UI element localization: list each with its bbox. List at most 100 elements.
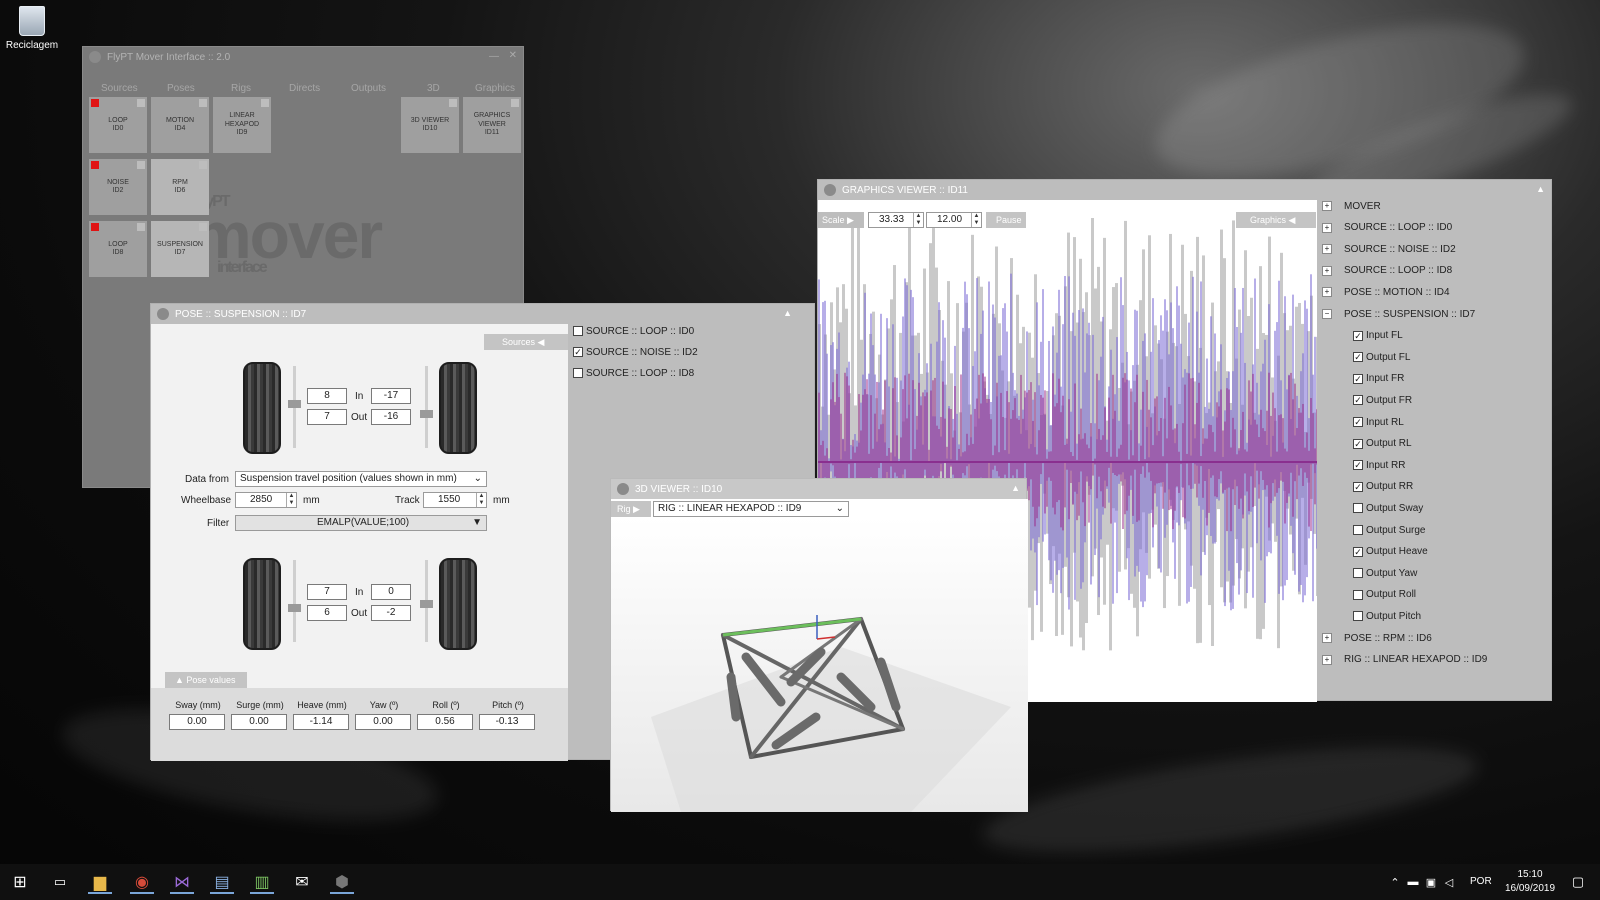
- tree-item[interactable]: Output Sway: [1353, 500, 1423, 516]
- battery-icon[interactable]: ▬: [1406, 870, 1420, 894]
- front-out-left[interactable]: 7: [307, 409, 347, 425]
- wheelbase-input[interactable]: 2850 ▲ ▼: [235, 492, 297, 508]
- flypt-mover-icon[interactable]: ⬢: [330, 870, 354, 894]
- checkbox[interactable]: [1353, 568, 1363, 579]
- rear-out-right[interactable]: -2: [371, 605, 411, 621]
- pose-value-field[interactable]: -1.14: [293, 714, 349, 730]
- sources-button[interactable]: Sources ◀: [484, 334, 568, 350]
- graphics-menu-button[interactable]: Graphics ◀: [1236, 212, 1316, 228]
- clock[interactable]: 15:10 16/09/2019: [1500, 868, 1560, 896]
- tree-item[interactable]: + MOVER: [1322, 198, 1381, 214]
- checkbox[interactable]: ✓: [1353, 373, 1363, 384]
- tree-item[interactable]: ✓ Input RR: [1353, 457, 1405, 473]
- slider-front-left[interactable]: [288, 366, 301, 448]
- pose-value-field[interactable]: 0.00: [169, 714, 225, 730]
- module-3d-viewer-id10[interactable]: 3D VIEWER ID10: [401, 97, 459, 153]
- windows-start-icon[interactable]: ⊞: [8, 870, 32, 894]
- rear-in-right[interactable]: 0: [371, 584, 411, 600]
- checkbox[interactable]: [1353, 611, 1363, 622]
- collapse-icon[interactable]: ▲: [1536, 184, 1545, 194]
- tree-item[interactable]: Output Surge: [1353, 522, 1425, 538]
- front-in-right[interactable]: -17: [371, 388, 411, 404]
- pose-value-field[interactable]: -0.13: [479, 714, 535, 730]
- tree-item[interactable]: + POSE :: MOTION :: ID4: [1322, 284, 1450, 300]
- front-in-left[interactable]: 8: [307, 388, 347, 404]
- module-suspension-id7[interactable]: SUSPENSION ID7: [151, 221, 209, 277]
- tab-sources[interactable]: Sources: [101, 83, 138, 94]
- scale-value-1[interactable]: 33.33 ▲ ▼: [868, 212, 924, 228]
- tab-poses[interactable]: Poses: [167, 83, 195, 94]
- notification-icon[interactable]: ▢: [1566, 870, 1590, 894]
- tab-3d[interactable]: 3D: [427, 83, 440, 94]
- notepad-icon[interactable]: ▥: [250, 870, 274, 894]
- checkbox[interactable]: ✓: [1353, 546, 1363, 557]
- slider-front-right[interactable]: [420, 366, 433, 448]
- checkbox[interactable]: ✓: [573, 347, 583, 358]
- tree-item[interactable]: + SOURCE :: LOOP :: ID0: [1322, 220, 1452, 236]
- rear-in-left[interactable]: 7: [307, 584, 347, 600]
- pose-value-field[interactable]: 0.00: [355, 714, 411, 730]
- tree-item[interactable]: + SOURCE :: NOISE :: ID2: [1322, 241, 1456, 257]
- checkbox[interactable]: ✓: [1353, 460, 1363, 471]
- tree-item[interactable]: ✓ Output FL: [1353, 349, 1410, 365]
- close-icon[interactable]: ✕: [509, 50, 517, 61]
- collapse-icon[interactable]: −: [1322, 309, 1332, 319]
- module-noise-id2[interactable]: NOISE ID2: [89, 159, 147, 215]
- slider-rear-right[interactable]: [420, 560, 433, 642]
- tree-item[interactable]: Output Yaw: [1353, 565, 1417, 581]
- recycle-bin-icon[interactable]: Reciclagem: [4, 4, 60, 51]
- checkbox[interactable]: [573, 326, 583, 337]
- expand-icon[interactable]: +: [1322, 633, 1332, 643]
- data-from-select[interactable]: Suspension travel position (values shown…: [235, 471, 487, 487]
- expand-icon[interactable]: +: [1322, 287, 1332, 298]
- scale-button[interactable]: Scale ▶: [818, 212, 864, 228]
- file-explorer-icon[interactable]: ▆: [88, 870, 112, 894]
- tray-chevron-icon[interactable]: ⌃: [1388, 870, 1402, 894]
- checkbox[interactable]: ✓: [1353, 330, 1363, 341]
- checkbox[interactable]: ✓: [1353, 395, 1363, 406]
- volume-icon[interactable]: ◁: [1442, 870, 1456, 894]
- visual-studio-icon[interactable]: ⋈: [170, 870, 194, 894]
- checkbox[interactable]: ✓: [1353, 481, 1363, 492]
- tree-item[interactable]: ✓ Input FR: [1353, 371, 1404, 387]
- collapse-icon[interactable]: ▲: [1011, 483, 1020, 493]
- tab-rigs[interactable]: Rigs: [231, 83, 251, 94]
- tab-graphics[interactable]: Graphics: [475, 83, 515, 94]
- module-rpm-id6[interactable]: RPM ID6: [151, 159, 209, 215]
- rig-select[interactable]: RIG :: LINEAR HEXAPOD :: ID9 ⌄: [653, 501, 849, 517]
- module-loop-id0[interactable]: LOOP ID0: [89, 97, 147, 153]
- module-graphics-viewer-id11[interactable]: GRAPHICS VIEWER ID11: [463, 97, 521, 153]
- expand-icon[interactable]: +: [1322, 244, 1332, 255]
- pause-button[interactable]: Pause: [986, 212, 1026, 228]
- rear-out-left[interactable]: 6: [307, 605, 347, 621]
- tree-item[interactable]: ✓ Output RR: [1353, 479, 1413, 495]
- tree-item[interactable]: − POSE :: SUSPENSION :: ID7: [1322, 306, 1475, 322]
- scale-value-2[interactable]: 12.00 ▲ ▼: [926, 212, 982, 228]
- checkbox[interactable]: [1353, 525, 1363, 535]
- tree-item[interactable]: ✓ Output FR: [1353, 392, 1412, 408]
- module-linear-hexapod-id9[interactable]: LINEAR HEXAPOD ID9: [213, 97, 271, 153]
- tree-item[interactable]: Output Roll: [1353, 587, 1416, 603]
- tab-directs[interactable]: Directs: [289, 83, 320, 94]
- source-checkbox-row[interactable]: SOURCE :: LOOP :: ID8: [573, 368, 694, 379]
- tree-item[interactable]: + POSE :: RPM :: ID6: [1322, 630, 1432, 646]
- front-out-right[interactable]: -16: [371, 409, 411, 425]
- expand-icon[interactable]: +: [1322, 222, 1332, 233]
- tree-item[interactable]: ✓ Input FL: [1353, 328, 1403, 344]
- checkbox[interactable]: ✓: [1353, 352, 1363, 363]
- chrome-icon[interactable]: ◉: [130, 870, 154, 894]
- tab-outputs[interactable]: Outputs: [351, 83, 386, 94]
- tree-item[interactable]: ✓ Output RL: [1353, 436, 1412, 452]
- checkbox[interactable]: [573, 368, 583, 379]
- 3d-viewport[interactable]: [611, 517, 1028, 812]
- track-input[interactable]: 1550 ▲ ▼: [423, 492, 487, 508]
- tree-item[interactable]: ✓ Output Heave: [1353, 544, 1428, 560]
- language-indicator[interactable]: POR: [1470, 876, 1492, 887]
- tree-item[interactable]: ✓ Input RL: [1353, 414, 1404, 430]
- tree-item[interactable]: + RIG :: LINEAR HEXAPOD :: ID9: [1322, 652, 1487, 668]
- checkbox[interactable]: [1353, 589, 1363, 600]
- collapse-icon[interactable]: ▲: [783, 308, 792, 318]
- pose-value-field[interactable]: 0.00: [231, 714, 287, 730]
- module-loop-id8[interactable]: LOOP ID8: [89, 221, 147, 277]
- expand-icon[interactable]: +: [1322, 654, 1332, 665]
